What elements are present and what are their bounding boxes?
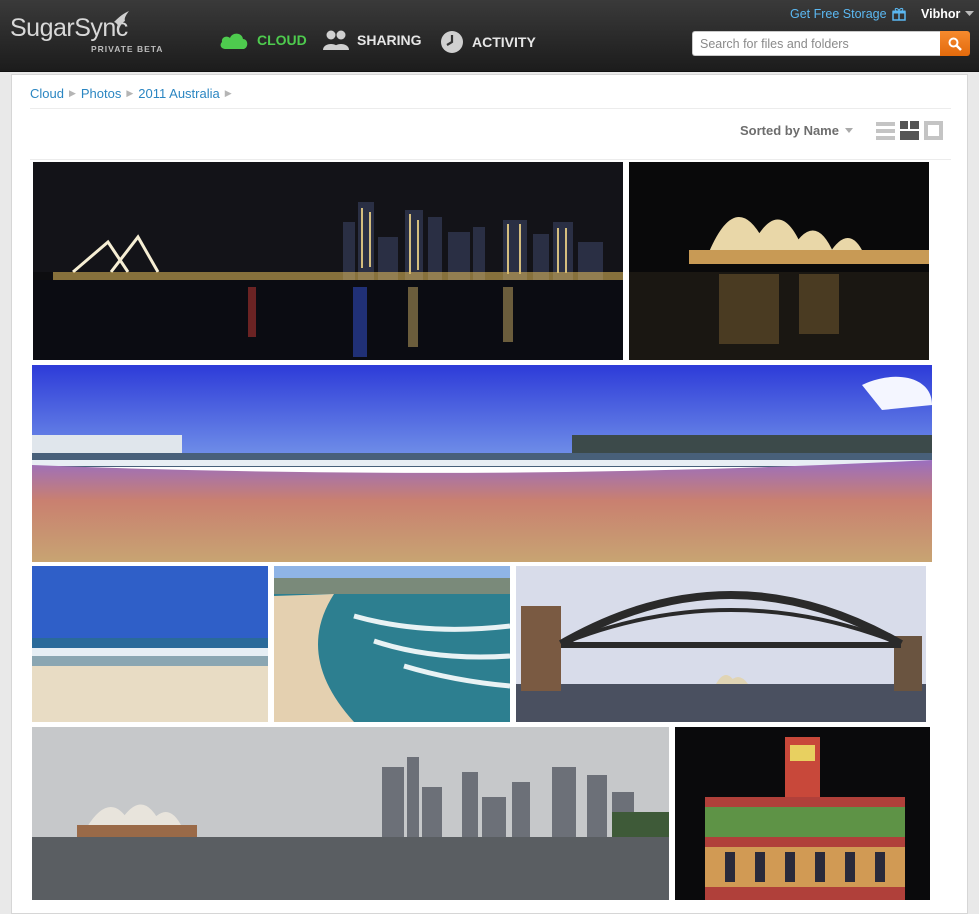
photo-bondi-beach-aerial[interactable]: [274, 566, 510, 722]
search-input[interactable]: [692, 31, 940, 56]
get-free-storage-link[interactable]: Get Free Storage: [790, 7, 906, 21]
breadcrumb-photos[interactable]: Photos: [81, 86, 121, 101]
nav-activity-label: ACTIVITY: [472, 34, 536, 50]
nav-sharing[interactable]: SHARING: [323, 30, 422, 50]
breadcrumb: Cloud ▶ Photos ▶ 2011 Australia ▶: [30, 86, 232, 101]
nav-cloud[interactable]: CLOUD: [219, 30, 307, 50]
logo-subtitle: PRIVATE BETA: [91, 44, 164, 54]
view-switcher: [876, 121, 943, 140]
chevron-down-icon: [965, 11, 975, 16]
photo-thumbnail-image: [32, 365, 932, 562]
nav-activity[interactable]: ACTIVITY: [440, 30, 536, 54]
photo-thumbnail-image: [274, 566, 510, 722]
photo-thumbnail-image: [33, 162, 623, 360]
photo-thumbnail-image: [629, 162, 929, 360]
photo-opera-house-city-day[interactable]: [32, 727, 669, 900]
hummingbird-logo-icon: [114, 11, 129, 29]
nav-cloud-label: CLOUD: [257, 32, 307, 48]
photo-thumbnail-image: [675, 727, 930, 900]
photo-bondi-beach-panorama[interactable]: [32, 365, 932, 562]
breadcrumb-separator-icon: ▶: [224, 88, 232, 98]
photo-sydney-skyline-night[interactable]: [33, 162, 623, 360]
breadcrumb-separator-icon: ▶: [68, 88, 76, 98]
gift-icon: [891, 7, 906, 21]
logo[interactable]: SugarSync: [10, 14, 128, 43]
breadcrumb-separator-icon: ▶: [126, 88, 134, 98]
breadcrumb-2011-australia[interactable]: 2011 Australia: [138, 86, 219, 101]
sort-dropdown[interactable]: Sorted by Name: [740, 123, 853, 138]
top-bar: SugarSync PRIVATE BETA CLOUD SHARING ACT…: [0, 0, 979, 72]
breadcrumb-cloud[interactable]: Cloud: [30, 86, 64, 101]
search-button[interactable]: [940, 31, 970, 56]
divider: [30, 159, 951, 160]
divider: [30, 108, 951, 109]
grid-view-icon[interactable]: [900, 121, 919, 140]
clock-icon: [441, 31, 463, 53]
photo-harbour-bridge[interactable]: [516, 566, 926, 722]
photo-thumbnail-image: [32, 727, 669, 900]
photo-thumbnail-image: [32, 566, 268, 722]
cloud-icon: [220, 33, 248, 49]
search-box: [692, 31, 970, 56]
photo-beach-waves[interactable]: [32, 566, 268, 722]
people-icon: [323, 30, 349, 50]
list-view-icon[interactable]: [876, 121, 895, 140]
photo-opera-house-night[interactable]: [629, 162, 929, 360]
search-icon: [948, 37, 962, 51]
single-view-icon[interactable]: [924, 121, 943, 140]
nav-sharing-label: SHARING: [357, 32, 422, 48]
user-menu[interactable]: Vibhor: [921, 7, 975, 21]
chevron-down-icon: [844, 128, 853, 133]
photo-illuminated-building[interactable]: [675, 727, 930, 900]
photo-thumbnail-image: [516, 566, 926, 722]
